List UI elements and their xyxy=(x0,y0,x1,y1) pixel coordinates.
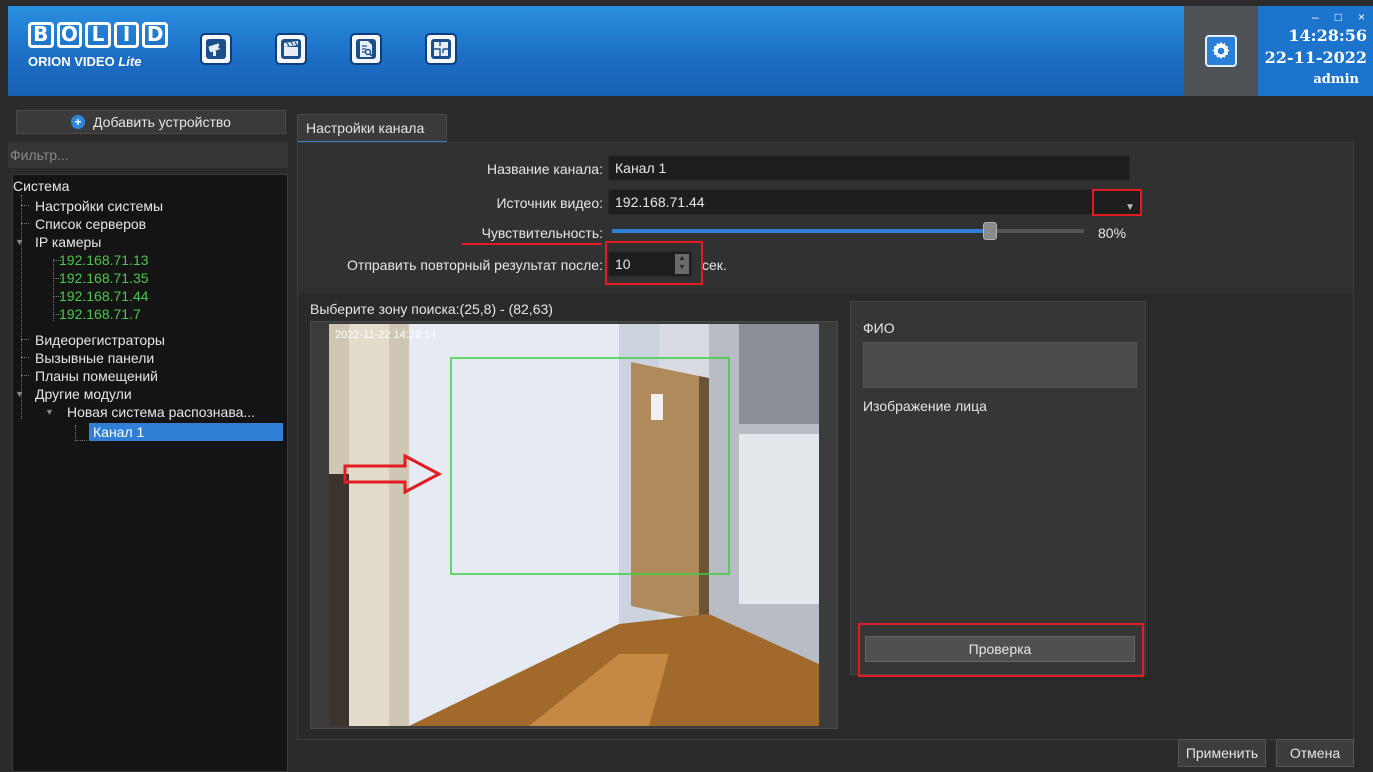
cancel-button[interactable]: Отмена xyxy=(1276,739,1354,767)
video-source-label: Источник видео: xyxy=(496,195,603,211)
tree-item-camera[interactable]: 192.168.71.7 xyxy=(59,305,141,323)
video-source-select[interactable]: 192.168.71.44 ▼ xyxy=(608,189,1142,215)
minimize-button[interactable]: – xyxy=(1312,10,1319,24)
document-search-icon[interactable] xyxy=(350,33,382,65)
add-device-button[interactable]: + Добавить устройство xyxy=(16,110,286,134)
gear-icon xyxy=(1205,35,1237,67)
clock-date: 22-11-2022 xyxy=(1264,48,1367,67)
camera-scene-image: 2022-11-22 14:29:14 xyxy=(329,324,819,726)
settings-form: Название канала: Канал 1 Источник видео:… xyxy=(298,143,1353,289)
tree-item-call-panels[interactable]: Вызывные панели xyxy=(35,349,154,367)
settings-button[interactable] xyxy=(1184,6,1258,96)
sensitivity-value: 80% xyxy=(1098,225,1127,241)
sensitivity-slider[interactable] xyxy=(612,229,1084,233)
bolid-logo: BOLID ORION VIDEO Lite xyxy=(28,22,168,82)
slider-handle[interactable] xyxy=(982,222,997,240)
tree-item-system[interactable]: Система xyxy=(13,177,69,195)
fio-field xyxy=(863,342,1137,388)
video-timestamp: 2022-11-22 14:29:14 xyxy=(335,329,436,341)
device-tree: Система Настройки системы Список серверо… xyxy=(12,174,288,772)
plus-icon: + xyxy=(71,115,86,129)
add-device-label: Добавить устройство xyxy=(93,114,231,130)
window-controls: – □ × xyxy=(1312,10,1365,24)
camera-icon[interactable] xyxy=(200,33,232,65)
dropdown-arrow-icon[interactable]: ▼ xyxy=(1125,196,1135,220)
clock-area: – □ × 14:28:56 22-11-2022 admin xyxy=(1258,6,1373,96)
sensitivity-label: Чувствительность: xyxy=(481,225,603,241)
fio-label: ФИО xyxy=(863,320,895,336)
clapperboard-icon[interactable] xyxy=(275,33,307,65)
video-frame: 2022-11-22 14:29:14 xyxy=(310,321,838,729)
floor-plan-icon[interactable] xyxy=(425,33,457,65)
check-button[interactable]: Проверка xyxy=(865,636,1135,662)
filter-input[interactable] xyxy=(8,142,288,168)
camera-preview[interactable]: 2022-11-22 14:29:14 xyxy=(329,324,819,726)
apply-button[interactable]: Применить xyxy=(1178,739,1266,767)
tree-item-recorders[interactable]: Видеорегистраторы xyxy=(35,331,165,349)
tree-item-system-settings[interactable]: Настройки системы xyxy=(35,197,163,215)
tree-item-ip-cameras[interactable]: IP камеры xyxy=(35,233,101,251)
slider-fill xyxy=(612,229,990,233)
expand-arrow-icon[interactable]: ▼ xyxy=(15,237,24,247)
tree-item-other-modules[interactable]: Другие модули xyxy=(35,385,132,403)
channel-name-field[interactable]: Канал 1 xyxy=(608,155,1130,181)
tree-item-channel-selected[interactable]: Канал 1 xyxy=(89,423,283,441)
spin-arrows-icon[interactable]: ▲ ▼ xyxy=(675,254,689,274)
channel-settings-panel: Название канала: Канал 1 Источник видео:… xyxy=(297,142,1354,740)
expand-arrow-icon[interactable]: ▼ xyxy=(15,389,24,399)
video-source-value: 192.168.71.44 xyxy=(615,194,705,210)
current-user: admin xyxy=(1313,72,1359,87)
tab-channel-settings[interactable]: Настройки канала xyxy=(297,114,447,143)
maximize-button[interactable]: □ xyxy=(1335,10,1342,24)
logo-subtitle: ORION VIDEO Lite xyxy=(28,54,142,69)
resend-spinbox[interactable]: 10 ▲ ▼ xyxy=(608,251,692,277)
tree-item-server-list[interactable]: Список серверов xyxy=(35,215,146,233)
face-image-label: Изображение лица xyxy=(863,398,987,414)
tree-item-floor-plans[interactable]: Планы помещений xyxy=(35,367,158,385)
expand-arrow-icon[interactable]: ▼ xyxy=(45,407,54,417)
search-zone-label: Выберите зону поиска:(25,8) - (82,63) xyxy=(310,301,553,317)
tree-item-recognition-system[interactable]: Новая система распознава... xyxy=(67,403,255,421)
close-button[interactable]: × xyxy=(1358,10,1365,24)
tree-item-camera[interactable]: 192.168.71.35 xyxy=(59,269,149,287)
resend-value: 10 xyxy=(615,256,631,272)
highlight-underline xyxy=(462,243,602,245)
resend-unit: сек. xyxy=(702,257,727,273)
logo-letters: BOLID xyxy=(28,22,168,48)
recognition-result-panel: ФИО Изображение лица Проверка xyxy=(850,301,1146,675)
resend-label: Отправить повторный результат после: xyxy=(347,257,603,273)
tree-item-camera[interactable]: 192.168.71.44 xyxy=(59,287,149,305)
clock-time: 14:28:56 xyxy=(1288,26,1367,45)
device-sidebar: + Добавить устройство Система Настройки … xyxy=(8,100,288,772)
tree-item-camera[interactable]: 192.168.71.13 xyxy=(59,251,149,269)
channel-name-label: Название канала: xyxy=(486,161,603,177)
top-toolbar: BOLID ORION VIDEO Lite – □ × 14:28:56 22… xyxy=(8,6,1373,96)
